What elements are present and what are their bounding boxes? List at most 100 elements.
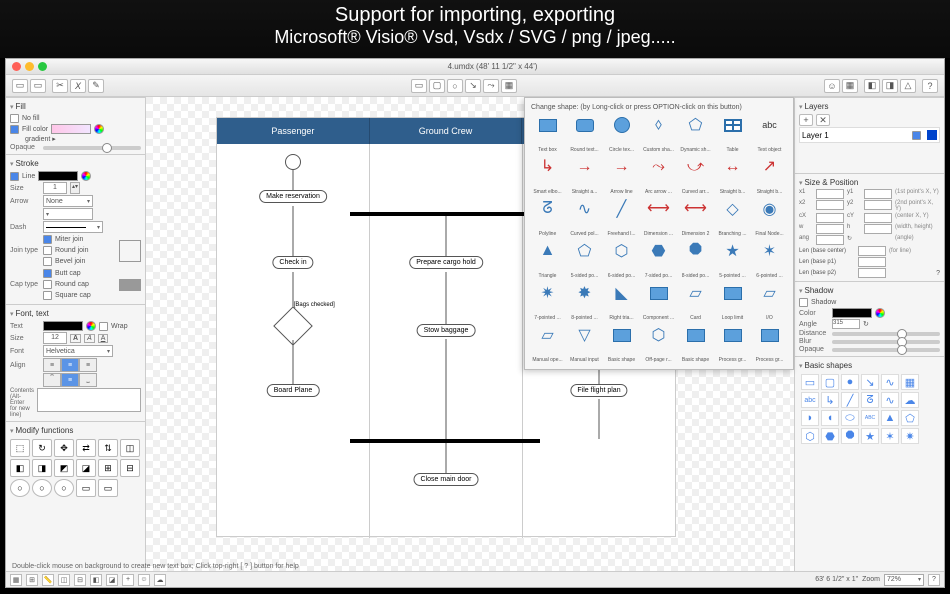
remove-layer-button[interactable]: ✕ — [816, 114, 830, 126]
shape-tool-arrow[interactable]: ↘ — [465, 79, 481, 93]
bs-rect[interactable]: ▭ — [801, 374, 819, 390]
align-right[interactable]: ≡ — [79, 358, 97, 372]
sb-emoji[interactable]: ☺ — [138, 574, 150, 586]
modify-10[interactable]: ◪ — [76, 459, 96, 477]
modify-circle2[interactable]: ○ — [32, 479, 52, 497]
shape-option-15[interactable]: ∿Curved pol... — [566, 197, 603, 239]
shape-option-9[interactable]: →Arrow line — [603, 155, 640, 197]
bs-star7[interactable]: ✷ — [901, 428, 919, 444]
modify-15[interactable]: ▭ — [98, 479, 118, 497]
bs-pent[interactable]: ⬠ — [901, 410, 919, 426]
lenb2-input[interactable] — [858, 268, 886, 278]
shape-option-26[interactable]: ★5-pointed ... — [714, 239, 751, 281]
fill-color-wheel-icon[interactable] — [94, 124, 104, 134]
node-prepare-cargo[interactable]: Prepare cargo hold — [409, 256, 483, 269]
valign-top[interactable]: ⎴ — [43, 373, 61, 387]
shape-option-0[interactable]: Text box — [529, 113, 566, 155]
x2-input[interactable] — [816, 200, 844, 210]
sb-6[interactable]: ◧ — [90, 574, 102, 586]
cut-button[interactable]: ✂ — [52, 79, 68, 93]
bs-freehand[interactable]: ∿ — [881, 392, 899, 408]
shape-option-19[interactable]: ◇Branching ... — [714, 197, 751, 239]
cy-input[interactable] — [864, 213, 892, 223]
bs-hept[interactable]: ⬣ — [821, 428, 839, 444]
shape-option-37[interactable]: Basic shape — [603, 323, 640, 365]
shape-option-11[interactable]: ⤻Curved arr... — [677, 155, 714, 197]
shadow-opaque-slider[interactable] — [832, 348, 940, 352]
node-board-plane[interactable]: Board Plane — [267, 384, 320, 397]
fill-opaque-slider[interactable] — [43, 146, 141, 150]
stroke-size-value[interactable]: 1 — [43, 182, 67, 194]
shape-option-23[interactable]: ⬡6-sided po... — [603, 239, 640, 281]
stroke-size-stepper[interactable]: ▴▾ — [70, 182, 80, 194]
swimlane-header-groundcrew[interactable]: Ground Crew — [370, 118, 523, 144]
bs-line[interactable]: ╱ — [841, 392, 859, 408]
shadow-distance-slider[interactable] — [832, 332, 940, 336]
group-button[interactable]: △ — [900, 79, 916, 93]
modify-circle3[interactable]: ○ — [54, 479, 74, 497]
sb-4[interactable]: ◫ — [58, 574, 70, 586]
node-close-door[interactable]: Close main door — [414, 473, 479, 486]
shape-option-6[interactable]: abcText object — [751, 113, 788, 155]
sb-cloud[interactable]: ☁ — [154, 574, 166, 586]
shape-option-8[interactable]: →Straight a... — [566, 155, 603, 197]
contents-textarea[interactable] — [37, 388, 141, 412]
arrow-start-select[interactable]: None — [43, 195, 93, 207]
help-icon[interactable]: ? — [936, 270, 940, 277]
align-button[interactable]: ◧ — [864, 79, 880, 93]
bs-oct[interactable]: ⯃ — [841, 428, 859, 444]
layer-visible-checkbox[interactable] — [912, 131, 921, 140]
italic-button2[interactable]: A — [84, 334, 95, 343]
modify-move[interactable]: ✥ — [54, 439, 74, 457]
help-button[interactable]: ? — [922, 79, 938, 93]
round-join-radio[interactable] — [43, 246, 52, 255]
cx-input[interactable] — [816, 213, 844, 223]
h-input[interactable] — [864, 224, 892, 234]
shadow-color-swatch[interactable] — [832, 308, 872, 318]
shape-option-27[interactable]: ✶6-pointed ... — [751, 239, 788, 281]
nofill-radio[interactable] — [10, 114, 19, 123]
font-family-select[interactable]: Helvetica — [43, 345, 113, 357]
text-color-wheel-icon[interactable] — [86, 321, 96, 331]
node-file-plan[interactable]: File flight plan — [570, 384, 627, 397]
shape-option-1[interactable]: Round text... — [566, 113, 603, 155]
shape-option-38[interactable]: ⬡Off-page r... — [640, 323, 677, 365]
fillcolor-radio[interactable] — [10, 125, 19, 134]
shape-tool-table[interactable]: ▦ — [501, 79, 517, 93]
image-button[interactable]: ▦ — [842, 79, 858, 93]
modify-7[interactable]: ◧ — [10, 459, 30, 477]
y1-input[interactable] — [864, 189, 892, 199]
arrow-end-select[interactable] — [43, 208, 93, 220]
bs-cloud[interactable]: ☁ — [901, 392, 919, 408]
fill-color-swatch[interactable] — [51, 124, 91, 134]
layers-header[interactable]: Layers — [799, 100, 940, 113]
bs-star5[interactable]: ★ — [861, 428, 879, 444]
shape-option-12[interactable]: ↔Straight b... — [714, 155, 751, 197]
shape-option-22[interactable]: ⬠5-sided po... — [566, 239, 603, 281]
open-button[interactable]: ▭ — [30, 79, 46, 93]
y2-input[interactable] — [864, 200, 892, 210]
shape-tool-circle[interactable]: ○ — [447, 79, 463, 93]
modify-flip-h[interactable]: ⇄ — [76, 439, 96, 457]
bs-callout1[interactable]: ◗ — [801, 410, 819, 426]
text-color-swatch[interactable] — [43, 321, 83, 331]
modify-11[interactable]: ⊞ — [98, 459, 118, 477]
valign-bottom[interactable]: ⎵ — [79, 373, 97, 387]
stroke-header[interactable]: Stroke — [10, 157, 141, 170]
shape-option-30[interactable]: ◣Right tria... — [603, 281, 640, 323]
ang-input[interactable] — [816, 235, 844, 245]
shape-tool-roundrect[interactable]: ▢ — [429, 79, 445, 93]
shape-option-13[interactable]: ↗Straight b... — [751, 155, 788, 197]
shape-option-25[interactable]: ⯃8-sided po... — [677, 239, 714, 281]
modify-rotate[interactable]: ↻ — [32, 439, 52, 457]
align-left[interactable]: ≡ — [43, 358, 61, 372]
sb-help[interactable]: ? — [928, 574, 940, 586]
bs-note[interactable]: ABC — [861, 410, 879, 426]
modify-12[interactable]: ⊟ — [120, 459, 140, 477]
shape-option-39[interactable]: Basic shape — [677, 323, 714, 365]
modify-circle1[interactable]: ○ — [10, 479, 30, 497]
wrap-checkbox[interactable] — [99, 322, 108, 331]
x1-input[interactable] — [816, 189, 844, 199]
square-cap-radio[interactable] — [43, 291, 52, 300]
sb-ruler-toggle[interactable]: 📏 — [42, 574, 54, 586]
